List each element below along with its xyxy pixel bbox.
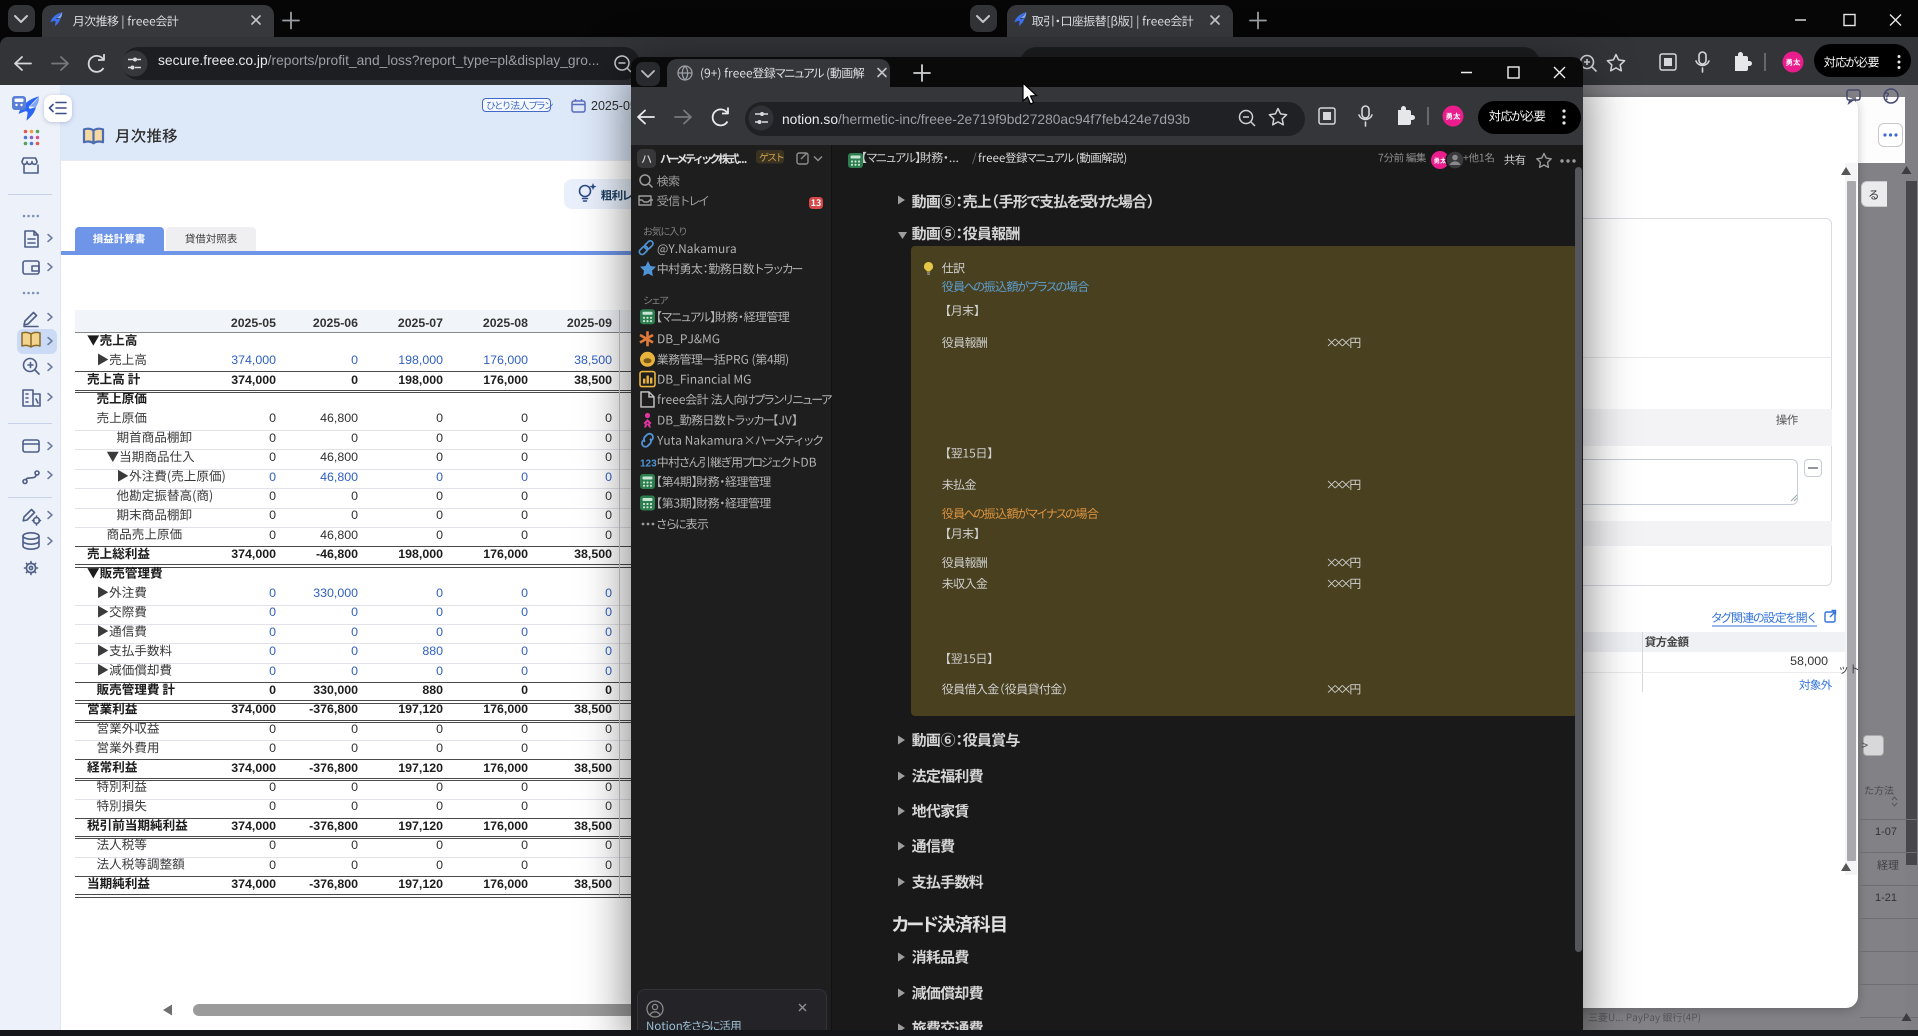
- svg-text:123: 123: [640, 459, 657, 470]
